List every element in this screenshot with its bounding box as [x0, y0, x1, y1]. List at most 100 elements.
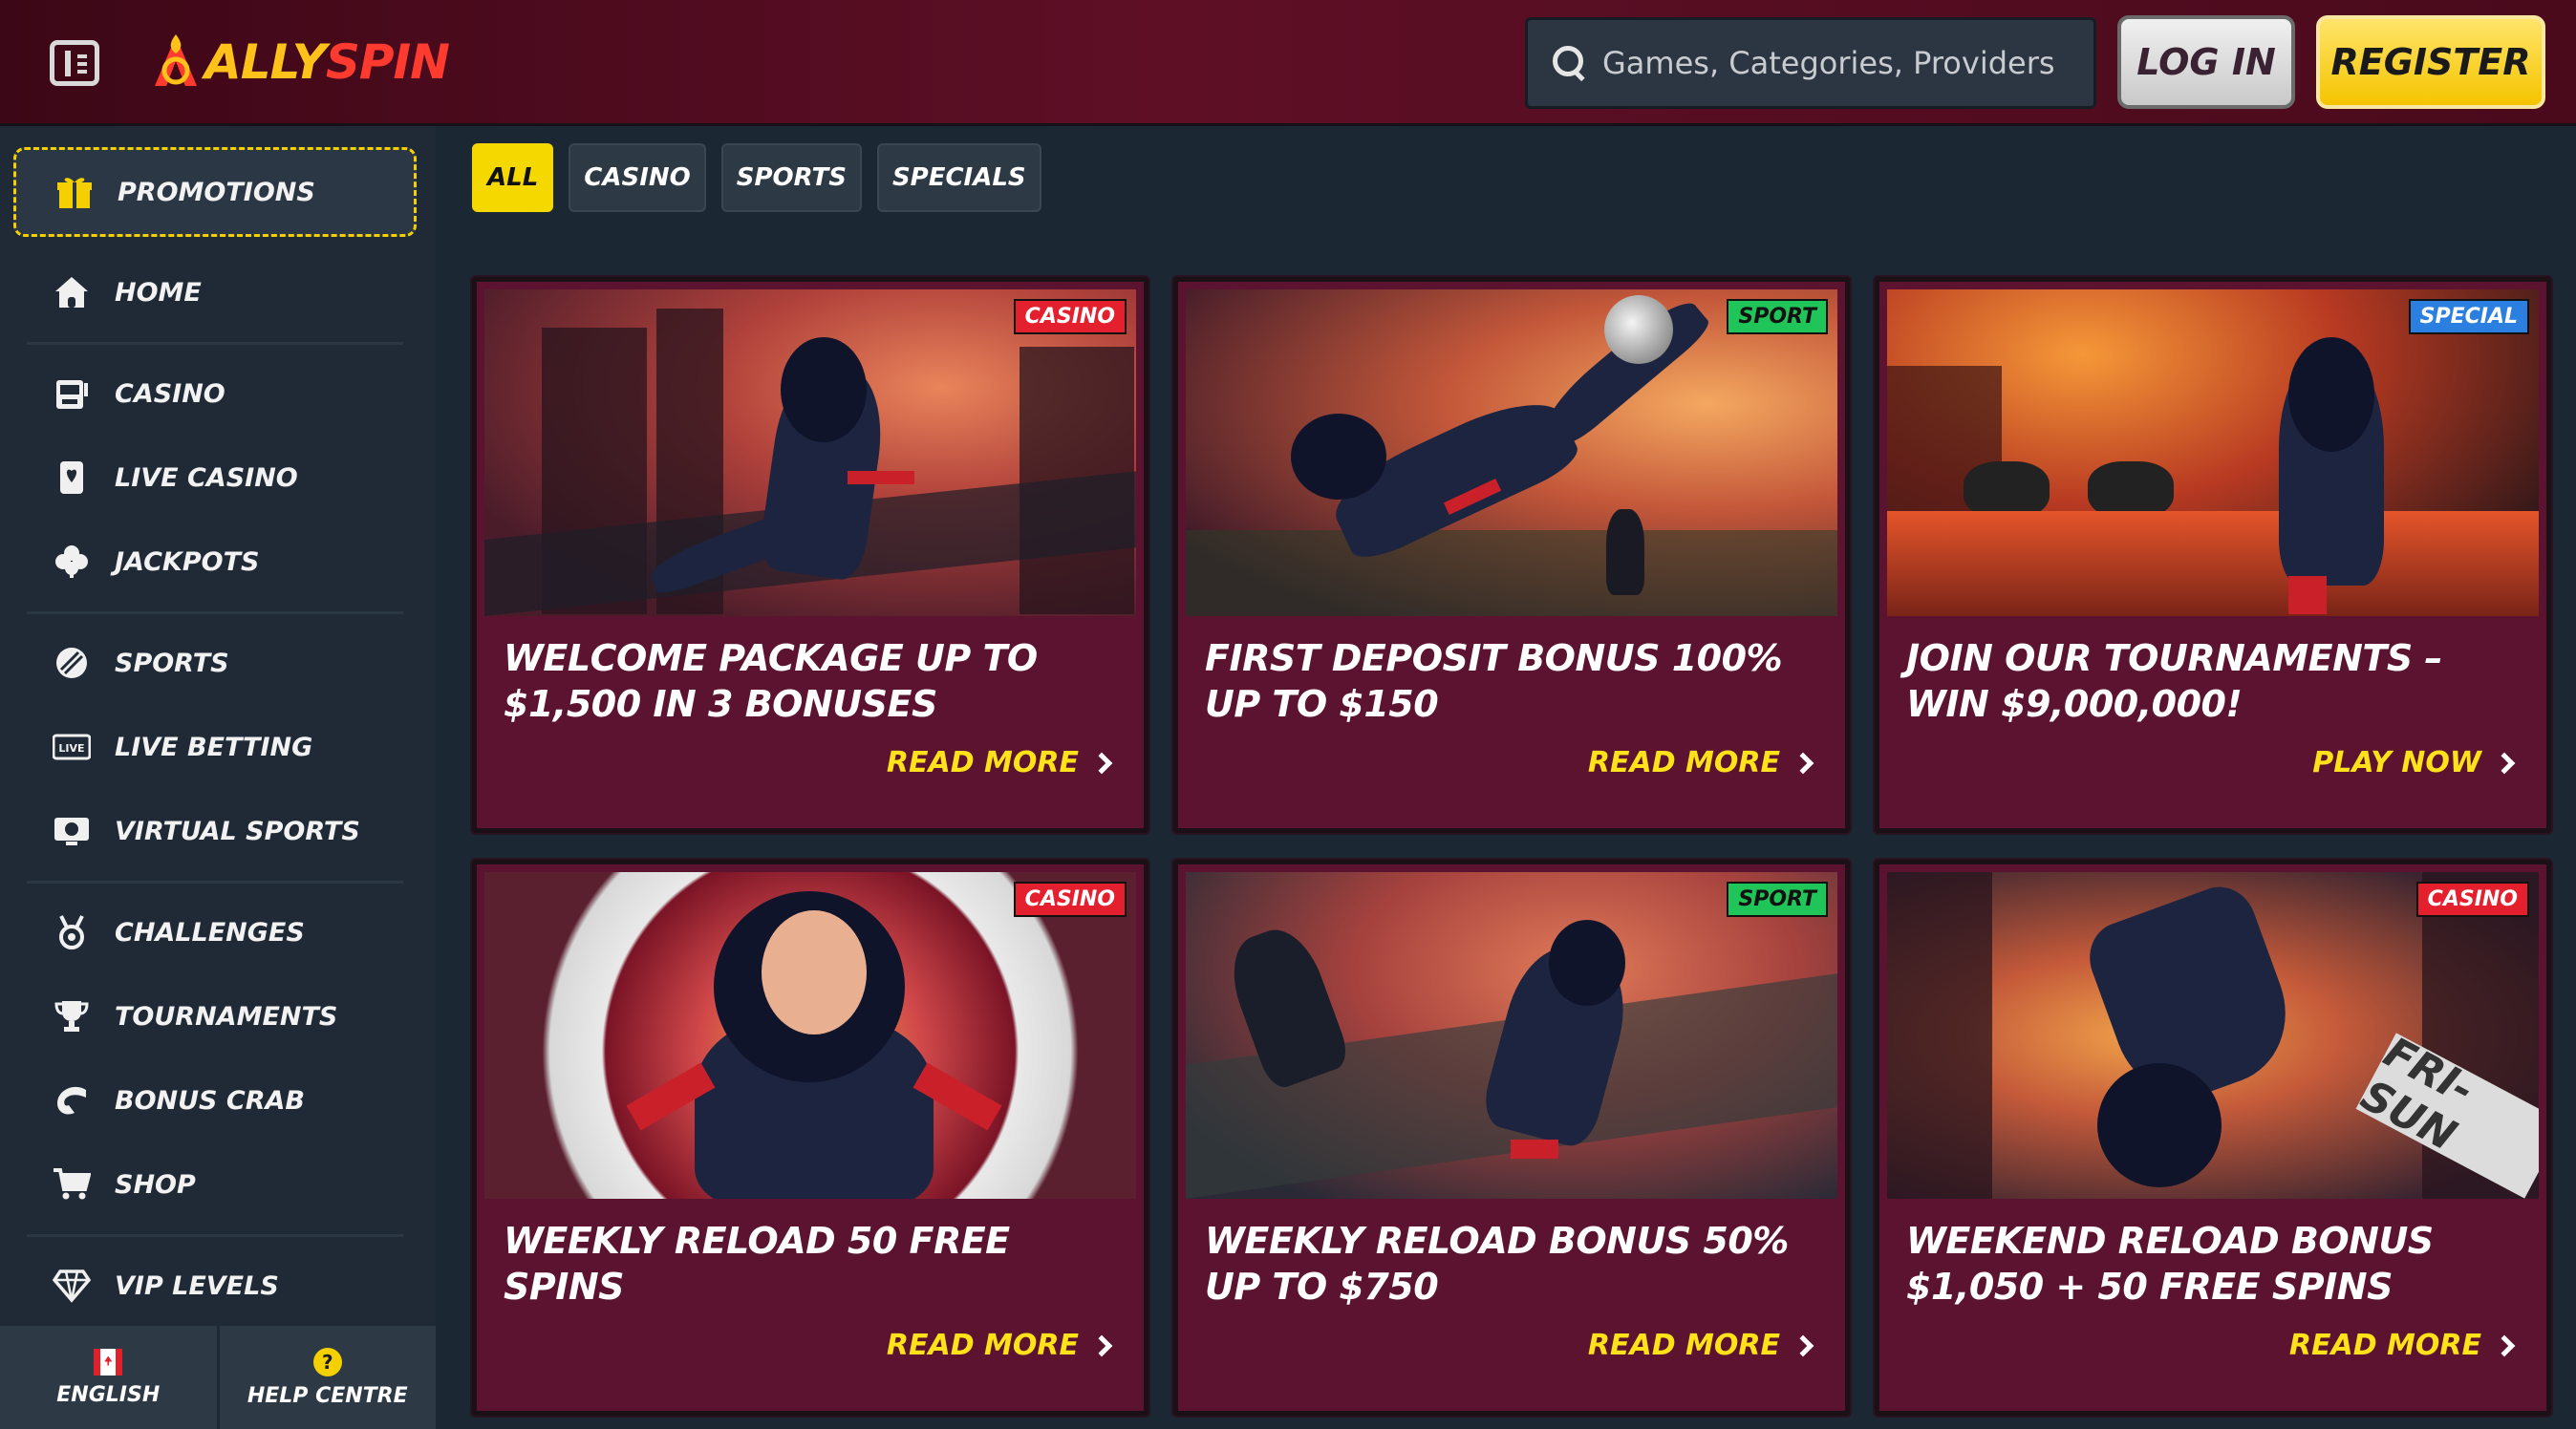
promo-card[interactable]: SPECIAL JOIN OUR TOURNAMENTS – WIN $9,00… [1875, 277, 2551, 833]
crab-claw-icon [52, 1080, 92, 1120]
home-icon [52, 272, 92, 312]
promo-image: SPORT [1186, 872, 1837, 1199]
cta-label: READ MORE [886, 1329, 1079, 1362]
read-more-link[interactable]: READ MORE [1587, 1329, 1814, 1362]
chevron-right-icon [2493, 752, 2516, 774]
divider [27, 342, 403, 345]
filter-tab-casino[interactable]: CASINO [569, 143, 706, 212]
cta-label: READ MORE [1587, 746, 1780, 779]
sidebar-item-jackpots[interactable]: JACKPOTS [13, 523, 417, 600]
medal-icon [52, 912, 92, 952]
read-more-link[interactable]: READ MORE [886, 1329, 1113, 1362]
sidebar-item-label: BONUS CRAB [115, 1085, 305, 1116]
chevron-right-icon [1792, 1334, 1814, 1356]
help-centre-button[interactable]: ? HELP CENTRE [216, 1326, 436, 1429]
search-box[interactable] [1525, 17, 2096, 109]
virtual-sports-icon [52, 811, 92, 851]
category-badge: CASINO [1013, 882, 1127, 918]
promo-image: CASINO [484, 289, 1136, 616]
chevron-right-icon [1090, 752, 1113, 774]
search-input[interactable] [1600, 44, 2078, 82]
sidebar: PROMOTIONS HOME CASINO LIVE CASINO JACKP… [0, 126, 436, 1429]
register-button[interactable]: REGISTER [2316, 15, 2545, 109]
promo-image: FRI-SUN CASINO [1887, 872, 2539, 1199]
cta-label: READ MORE [1587, 1329, 1780, 1362]
promotion-filter-tabs: ALL CASINO SPORTS SPECIALS [472, 143, 1041, 212]
promo-title: WEEKLY RELOAD BONUS 50% UP TO $750 [1205, 1220, 1789, 1308]
top-header: ALLYSPIN LOG IN REGISTER [0, 0, 2576, 126]
sidebar-item-label: JACKPOTS [115, 546, 260, 577]
promo-card[interactable]: CASINO WELCOME PACKAGE UP TO $1,500 IN 3… [472, 277, 1148, 833]
promo-image: SPECIAL [1887, 289, 2539, 616]
filter-tab-sports[interactable]: SPORTS [720, 143, 862, 212]
sidebar-item-label: LIVE BETTING [115, 732, 313, 762]
promo-card[interactable]: SPORT WEEKLY RELOAD BONUS 50% UP TO $750… [1173, 860, 1850, 1416]
read-more-link[interactable]: READ MORE [1587, 746, 1814, 779]
promo-title: WEEKLY RELOAD 50 FREE SPINS [504, 1220, 1010, 1308]
category-badge: SPORT [1727, 299, 1828, 335]
sidebar-item-label: LIVE CASINO [115, 462, 298, 493]
allyspin-logo[interactable]: ALLYSPIN [149, 29, 450, 96]
read-more-link[interactable]: READ MORE [2288, 1329, 2516, 1362]
chevron-right-icon [2493, 1334, 2516, 1356]
svg-text:LIVE: LIVE [58, 742, 84, 755]
category-badge: CASINO [2415, 882, 2529, 918]
language-selector[interactable]: ENGLISH [0, 1326, 217, 1429]
search-icon [1551, 44, 1589, 82]
sidebar-item-promotions[interactable]: PROMOTIONS [13, 147, 417, 237]
sidebar-item-challenges[interactable]: CHALLENGES [13, 894, 417, 970]
filter-tab-specials[interactable]: SPECIALS [876, 143, 1041, 212]
canada-flag-icon [94, 1348, 123, 1376]
category-badge: CASINO [1013, 299, 1127, 335]
category-badge: SPECIAL [2408, 299, 2529, 335]
sidebar-item-live-betting[interactable]: LIVE LIVE BETTING [13, 709, 417, 785]
play-now-link[interactable]: PLAY NOW [2312, 746, 2516, 779]
help-label: HELP CENTRE [247, 1383, 408, 1408]
divider [27, 881, 403, 884]
chevron-right-icon [1792, 752, 1814, 774]
promo-title: JOIN OUR TOURNAMENTS – WIN $9,000,000! [1906, 637, 2442, 725]
sidebar-item-label: CHALLENGES [115, 917, 305, 948]
help-icon: ? [312, 1347, 342, 1376]
sidebar-item-live-casino[interactable]: LIVE CASINO [13, 439, 417, 516]
sidebar-item-label: TOURNAMENTS [115, 1001, 338, 1032]
diamond-icon [52, 1266, 92, 1306]
sidebar-item-shop[interactable]: SHOP [13, 1146, 417, 1223]
promo-card[interactable]: CASINO WEEKLY RELOAD 50 FREE SPINS READ … [472, 860, 1148, 1416]
cta-label: READ MORE [2288, 1329, 2481, 1362]
sidebar-item-tournaments[interactable]: TOURNAMENTS [13, 978, 417, 1055]
sidebar-toggle-icon[interactable] [50, 40, 99, 86]
promo-card[interactable]: SPORT FIRST DEPOSIT BONUS 100% UP TO $15… [1173, 277, 1850, 833]
promo-title: WELCOME PACKAGE UP TO $1,500 IN 3 BONUSE… [504, 637, 1038, 725]
sidebar-item-casino[interactable]: CASINO [13, 355, 417, 432]
promo-title: WEEKEND RELOAD BONUS $1,050 + 50 FREE SP… [1906, 1220, 2434, 1308]
logo-text: ALLYSPIN [204, 34, 450, 90]
filter-tab-all[interactable]: ALL [472, 143, 554, 212]
trophy-icon [52, 996, 92, 1036]
sidebar-item-label: CASINO [115, 378, 225, 409]
chevron-right-icon [1090, 1334, 1113, 1356]
sidebar-item-label: SPORTS [115, 648, 229, 678]
promo-card[interactable]: FRI-SUN CASINO WEEKEND RELOAD BONUS $1,0… [1875, 860, 2551, 1416]
read-more-link[interactable]: READ MORE [887, 746, 1113, 779]
sidebar-item-sports[interactable]: SPORTS [13, 625, 417, 701]
promo-image: SPORT [1186, 289, 1837, 616]
card-icon [52, 458, 92, 498]
promo-title: FIRST DEPOSIT BONUS 100% UP TO $150 [1205, 637, 1783, 725]
gift-icon [54, 172, 95, 212]
live-icon: LIVE [52, 727, 92, 767]
divider [27, 611, 403, 614]
sidebar-item-label: SHOP [115, 1169, 196, 1200]
sidebar-item-bonus-crab[interactable]: BONUS CRAB [13, 1062, 417, 1139]
divider [27, 1234, 403, 1237]
login-button[interactable]: LOG IN [2117, 15, 2295, 109]
clover-icon [52, 542, 92, 582]
sidebar-item-home[interactable]: HOME [13, 254, 417, 331]
sidebar-item-label: HOME [115, 277, 202, 308]
sidebar-item-virtual-sports[interactable]: VIRTUAL SPORTS [13, 793, 417, 869]
promo-image: CASINO [484, 872, 1136, 1199]
sidebar-item-vip-levels[interactable]: VIP LEVELS [13, 1248, 417, 1324]
cart-icon [52, 1164, 92, 1205]
sidebar-footer: ENGLISH ? HELP CENTRE [0, 1326, 436, 1429]
sidebar-item-label: PROMOTIONS [118, 177, 315, 207]
